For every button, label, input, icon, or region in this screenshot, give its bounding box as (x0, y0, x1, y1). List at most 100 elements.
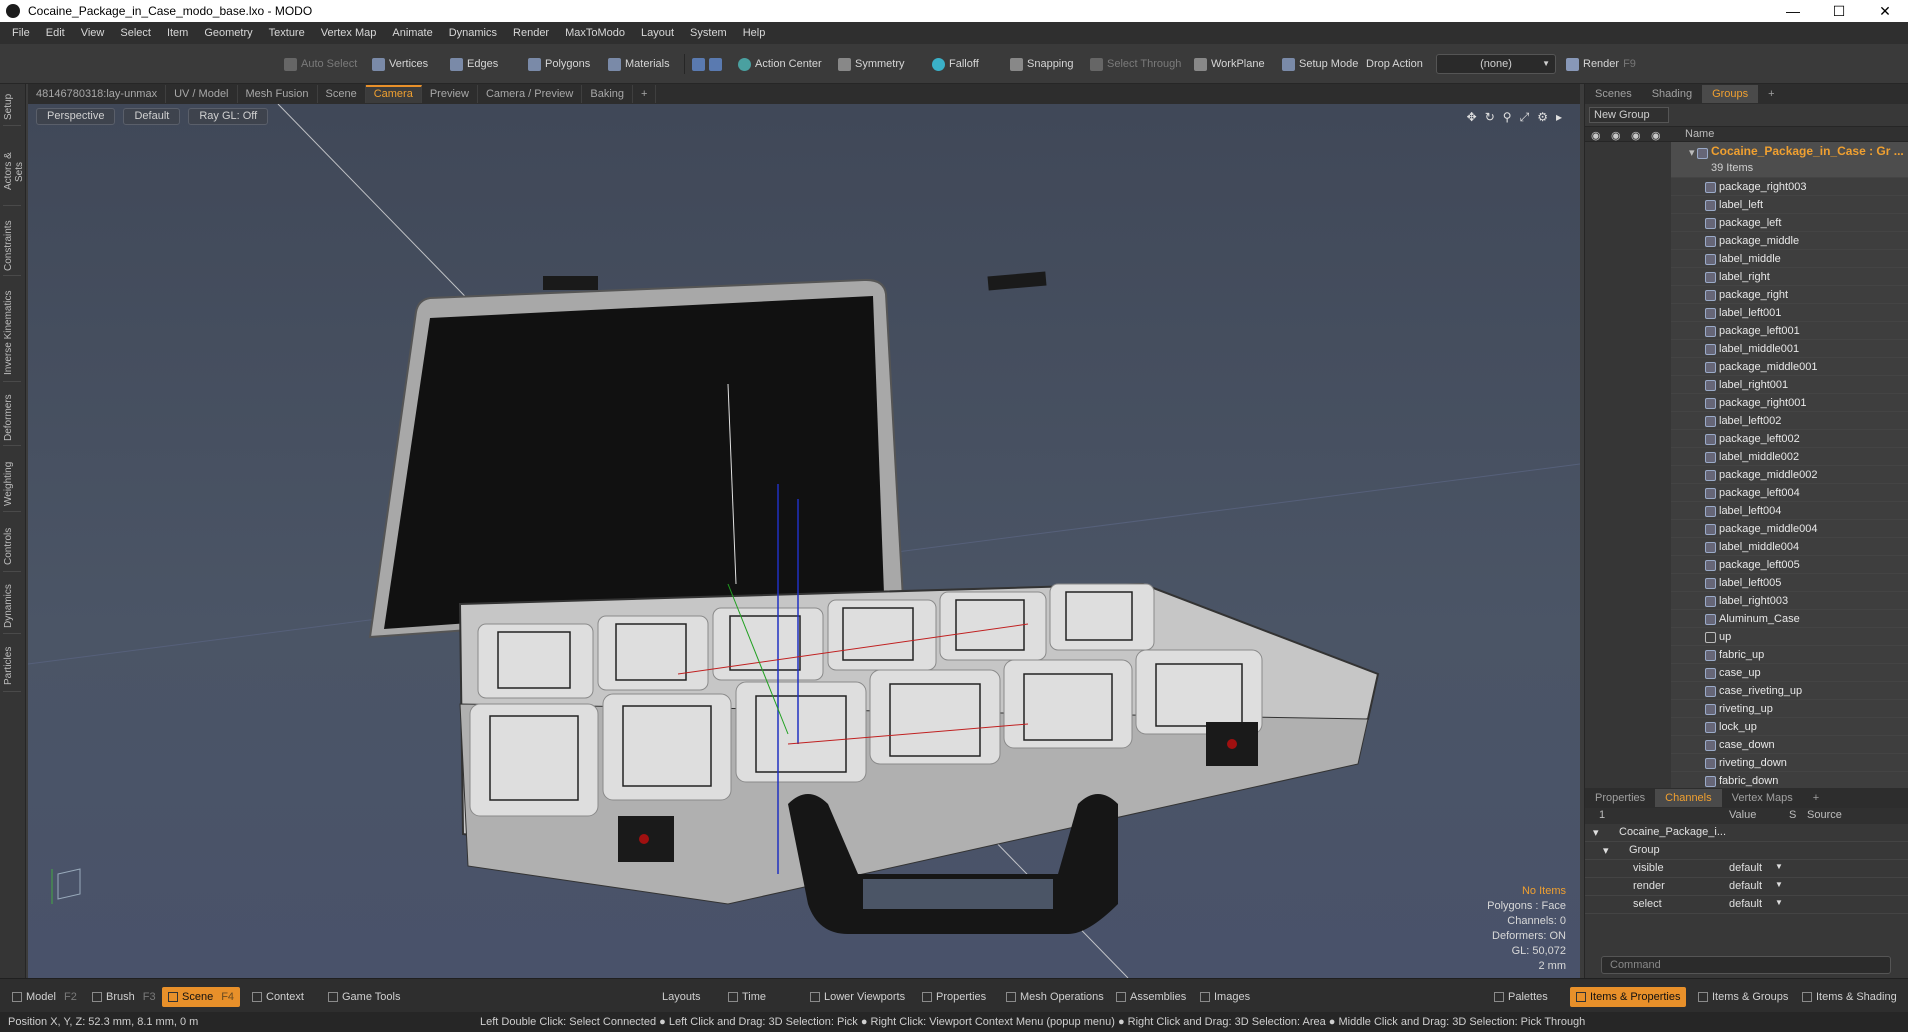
action-center-button[interactable]: Action Center (734, 54, 826, 74)
visibility-column[interactable] (1585, 322, 1671, 340)
zoom-view-icon[interactable]: ⚲ (1503, 110, 1512, 125)
tab-inverse-kinematics[interactable]: Inverse Kinematics (3, 284, 21, 382)
channel-value-dropdown[interactable]: default (1729, 862, 1762, 874)
visibility-column[interactable] (1585, 394, 1671, 412)
new-group-button[interactable]: New Group (1589, 107, 1669, 123)
chevron-down-icon[interactable]: ▾ (1689, 146, 1695, 159)
visibility-column[interactable] (1585, 430, 1671, 448)
fit-view-icon[interactable]: ⤢ (1520, 110, 1530, 125)
tree-item[interactable]: lock_up (1585, 718, 1908, 736)
visibility-column[interactable] (1585, 592, 1671, 610)
tab-channels[interactable]: Channels (1655, 789, 1722, 807)
menu-file[interactable]: File (4, 22, 38, 44)
visibility-column[interactable] (1585, 736, 1671, 754)
menu-help[interactable]: Help (735, 22, 774, 44)
tree-item[interactable]: label_left005 (1585, 574, 1908, 592)
chevron-down-icon[interactable]: ▾ (1603, 844, 1609, 857)
visibility-column[interactable] (1585, 538, 1671, 556)
tab-constraints[interactable]: Constraints (3, 216, 21, 276)
tree-item[interactable]: label_left004 (1585, 502, 1908, 520)
visibility-column[interactable] (1585, 178, 1671, 196)
tab-vertex-maps[interactable]: Vertex Maps (1722, 789, 1803, 807)
visibility-column[interactable] (1585, 250, 1671, 268)
shading-dropdown[interactable]: Default (123, 108, 181, 125)
mesh-operations-button[interactable]: Mesh Operations (1000, 987, 1110, 1007)
gear-icon[interactable]: ⚙ (1537, 110, 1548, 125)
render-button[interactable]: Render F9 (1562, 54, 1640, 74)
channel-item-row[interactable]: ▾ Cocaine_Package_i... (1585, 824, 1908, 842)
menu-maxtomodo[interactable]: MaxToModo (557, 22, 633, 44)
minimize-icon[interactable]: — (1770, 0, 1816, 22)
menu-geometry[interactable]: Geometry (196, 22, 260, 44)
visibility-column[interactable] (1585, 232, 1671, 250)
visibility-column[interactable] (1585, 754, 1671, 772)
tree-item[interactable]: label_right003 (1585, 592, 1908, 610)
tree-item[interactable]: package_right003 (1585, 178, 1908, 196)
visibility-column[interactable] (1585, 502, 1671, 520)
chevron-down-icon[interactable]: ▼ (1775, 898, 1783, 907)
menu-texture[interactable]: Texture (261, 22, 313, 44)
visibility-column[interactable] (1585, 376, 1671, 394)
brush-layout-button[interactable]: Brush F3 (86, 987, 162, 1007)
tree-item[interactable]: package_left004 (1585, 484, 1908, 502)
add-tab-button[interactable]: + (633, 85, 657, 103)
visibility-column[interactable] (1585, 286, 1671, 304)
channel-row[interactable]: visible default ▼ (1585, 860, 1908, 878)
tree-item[interactable]: label_right001 (1585, 376, 1908, 394)
visibility-column[interactable] (1585, 718, 1671, 736)
tree-item[interactable]: case_riveting_up (1585, 682, 1908, 700)
images-button[interactable]: Images (1194, 987, 1256, 1007)
select-toggle-icon[interactable]: ◉ (1651, 129, 1661, 142)
channel-group-row[interactable]: ▾ Group (1585, 842, 1908, 860)
add-tab-button[interactable]: + (1803, 789, 1829, 807)
tree-item[interactable]: riveting_up (1585, 700, 1908, 718)
symmetry-button[interactable]: Symmetry (834, 54, 909, 74)
tab-controls[interactable]: Controls (3, 522, 21, 572)
menu-select[interactable]: Select (112, 22, 159, 44)
vertices-button[interactable]: Vertices (368, 54, 432, 74)
tree-item[interactable]: package_right (1585, 286, 1908, 304)
projection-dropdown[interactable]: Perspective (36, 108, 116, 125)
visibility-column[interactable] (1585, 610, 1671, 628)
assemblies-button[interactable]: Assemblies (1110, 987, 1192, 1007)
tree-item[interactable]: case_up (1585, 664, 1908, 682)
tab-deformers[interactable]: Deformers (3, 390, 21, 446)
chevron-down-icon[interactable]: ▾ (1593, 826, 1599, 839)
menu-layout[interactable]: Layout (633, 22, 682, 44)
move-view-icon[interactable]: ✥ (1467, 110, 1477, 125)
tree-item[interactable]: fabric_up (1585, 646, 1908, 664)
channel-row[interactable]: select default ▼ (1585, 896, 1908, 914)
tree-item[interactable]: package_left005 (1585, 556, 1908, 574)
tree-item[interactable]: Aluminum_Case (1585, 610, 1908, 628)
tree-item[interactable]: label_left001 (1585, 304, 1908, 322)
eye-icon[interactable]: ◉ (1591, 129, 1601, 142)
tab-scene[interactable]: Scene (318, 85, 366, 103)
tree-item[interactable]: riveting_down (1585, 754, 1908, 772)
lower-viewports-button[interactable]: Lower Viewports (804, 987, 911, 1007)
menu-animate[interactable]: Animate (384, 22, 440, 44)
visibility-column[interactable] (1585, 484, 1671, 502)
tree-item[interactable]: package_middle001 (1585, 358, 1908, 376)
menu-edit[interactable]: Edit (38, 22, 73, 44)
tree-item[interactable]: label_right (1585, 268, 1908, 286)
menu-item[interactable]: Item (159, 22, 196, 44)
tree-item[interactable]: package_left001 (1585, 322, 1908, 340)
game-tools-button[interactable]: Game Tools (322, 987, 407, 1007)
3d-viewport[interactable]: Perspective Default Ray GL: Off ✥ ↻ ⚲ ⤢ … (28, 104, 1580, 978)
visibility-column[interactable] (1585, 520, 1671, 538)
visibility-column[interactable] (1585, 466, 1671, 484)
chevron-right-icon[interactable]: ▸ (1556, 110, 1562, 125)
drop-action-select[interactable]: (none) ▼ (1436, 54, 1556, 74)
tree-item[interactable]: label_middle (1585, 250, 1908, 268)
menu-system[interactable]: System (682, 22, 735, 44)
chevron-down-icon[interactable]: ▼ (1775, 862, 1783, 871)
visibility-column[interactable] (1585, 412, 1671, 430)
setup-mode-button[interactable]: Setup Mode (1278, 54, 1362, 74)
menu-view[interactable]: View (73, 22, 113, 44)
tree-item[interactable]: package_left002 (1585, 430, 1908, 448)
visibility-column[interactable] (1585, 682, 1671, 700)
tab-setup[interactable]: Setup (3, 88, 21, 126)
scene-layout-button[interactable]: Scene F4 (162, 987, 241, 1007)
lock-icon[interactable]: ◉ (1631, 129, 1641, 142)
tab-camera-preview[interactable]: Camera / Preview (478, 85, 583, 103)
